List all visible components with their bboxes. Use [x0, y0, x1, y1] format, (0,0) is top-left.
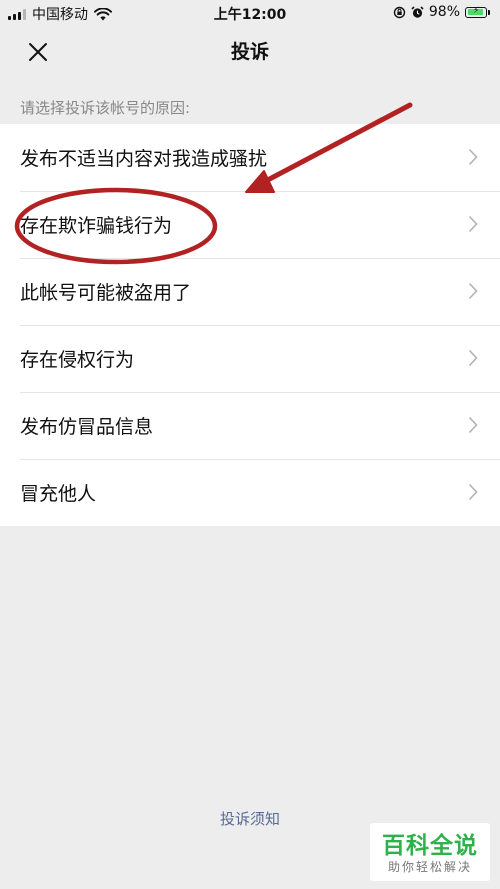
- section-hint: 请选择投诉该帐号的原因:: [20, 99, 191, 117]
- reason-item-counterfeit[interactable]: 发布仿冒品信息: [0, 392, 500, 459]
- battery-cap: [488, 9, 490, 15]
- reason-item-infringement[interactable]: 存在侵权行为: [0, 325, 500, 392]
- reason-item-impersonation[interactable]: 冒充他人: [0, 459, 500, 526]
- chevron-right-icon: [468, 416, 478, 434]
- chevron-right-icon: [468, 483, 478, 501]
- watermark-subtitle: 助你轻松解决: [387, 860, 472, 874]
- reason-list: 发布不适当内容对我造成骚扰 存在欺诈骗钱行为 此帐号可能被盗用了 存在侵权行为 …: [0, 124, 500, 526]
- reason-label: 发布仿冒品信息: [20, 416, 154, 438]
- reason-label: 冒充他人: [20, 483, 97, 505]
- chevron-right-icon: [468, 282, 478, 300]
- reason-label: 存在侵权行为: [20, 349, 135, 371]
- watermark-title: 百科全说: [382, 833, 478, 859]
- chevron-right-icon: [468, 148, 478, 166]
- watermark: 百科全说 助你轻松解决: [370, 823, 490, 881]
- status-bar: 中国移动 上午12:00 98% ⚡: [0, 0, 500, 26]
- chevron-right-icon: [468, 215, 478, 233]
- status-bar-right: 98% ⚡: [393, 4, 490, 20]
- page-title: 投诉: [230, 41, 269, 63]
- reason-item-account-stolen[interactable]: 此帐号可能被盗用了: [0, 258, 500, 325]
- reason-label: 发布不适当内容对我造成骚扰: [20, 148, 268, 170]
- alarm-icon: [411, 5, 424, 18]
- battery-percent: 98%: [428, 4, 460, 20]
- reason-item-harassment[interactable]: 发布不适当内容对我造成骚扰: [0, 124, 500, 191]
- reason-item-fraud[interactable]: 存在欺诈骗钱行为: [0, 191, 500, 258]
- nav-bar: 投诉: [0, 26, 500, 76]
- reason-label: 此帐号可能被盗用了: [20, 282, 192, 304]
- reason-label: 存在欺诈骗钱行为: [20, 215, 173, 237]
- orientation-lock-icon: [393, 6, 406, 18]
- chevron-right-icon: [468, 349, 478, 367]
- charging-bolt-icon: ⚡: [473, 5, 480, 16]
- battery-icon: ⚡: [465, 5, 487, 18]
